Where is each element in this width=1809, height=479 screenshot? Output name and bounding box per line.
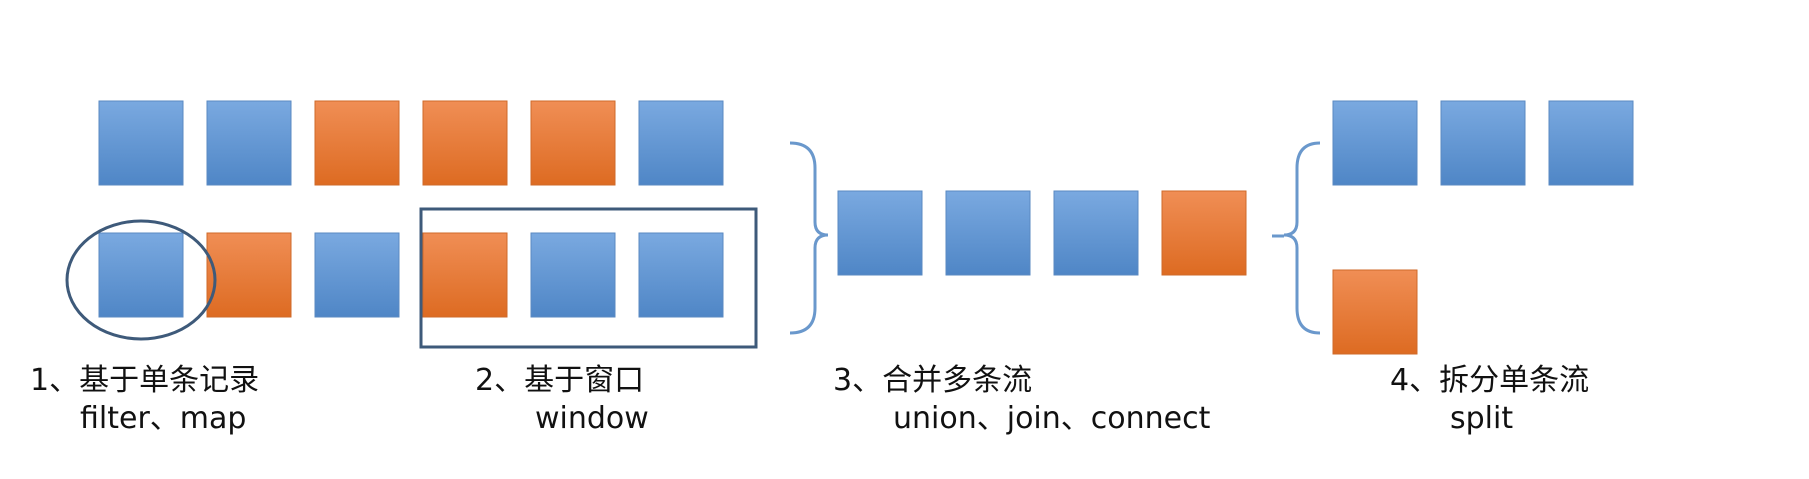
merged-element-blue bbox=[837, 190, 923, 276]
merge-bracket bbox=[789, 141, 829, 335]
input-stream-top bbox=[98, 100, 724, 186]
split-stream-bottom bbox=[1332, 269, 1418, 355]
step2-title: 2、基于窗口 bbox=[475, 363, 645, 398]
input-bottom-element-blue bbox=[314, 232, 400, 318]
step4-label: 4、拆分单条流 split bbox=[1390, 362, 1589, 437]
split-top-element-blue bbox=[1332, 100, 1418, 186]
input-bottom-element-orange bbox=[206, 232, 292, 318]
input-top-element-blue bbox=[206, 100, 292, 186]
split-stream-top bbox=[1332, 100, 1634, 186]
merged-element-orange bbox=[1161, 190, 1247, 276]
split-top-element-blue bbox=[1548, 100, 1634, 186]
input-bottom-element-blue bbox=[530, 232, 616, 318]
merged-element-blue bbox=[1053, 190, 1139, 276]
split-bottom-element-orange bbox=[1332, 269, 1418, 355]
input-bottom-element-blue bbox=[638, 232, 724, 318]
step3-label: 3、合并多条流 union、join、connect bbox=[833, 362, 1210, 437]
input-top-element-orange bbox=[530, 100, 616, 186]
step4-title: 4、拆分单条流 bbox=[1390, 363, 1590, 398]
merged-stream bbox=[837, 190, 1247, 276]
step3-ops: union、join、connect bbox=[893, 400, 1211, 436]
step2-label: 2、基于窗口 window bbox=[475, 362, 649, 437]
input-top-element-orange bbox=[422, 100, 508, 186]
input-bottom-element-blue bbox=[98, 232, 184, 318]
input-stream-bottom bbox=[98, 232, 724, 318]
split-top-element-blue bbox=[1440, 100, 1526, 186]
input-top-element-orange bbox=[314, 100, 400, 186]
merged-element-blue bbox=[945, 190, 1031, 276]
step1-label: 1、基于单条记录 filter、map bbox=[30, 362, 259, 437]
step2-ops: window bbox=[535, 400, 649, 436]
step3-title: 3、合并多条流 bbox=[833, 363, 1033, 398]
step1-title: 1、基于单条记录 bbox=[30, 363, 260, 398]
split-bracket bbox=[1283, 141, 1321, 335]
step1-ops: filter、map bbox=[80, 400, 247, 436]
input-bottom-element-orange bbox=[422, 232, 508, 318]
input-top-element-blue bbox=[638, 100, 724, 186]
step4-ops: split bbox=[1450, 400, 1514, 436]
input-top-element-blue bbox=[98, 100, 184, 186]
